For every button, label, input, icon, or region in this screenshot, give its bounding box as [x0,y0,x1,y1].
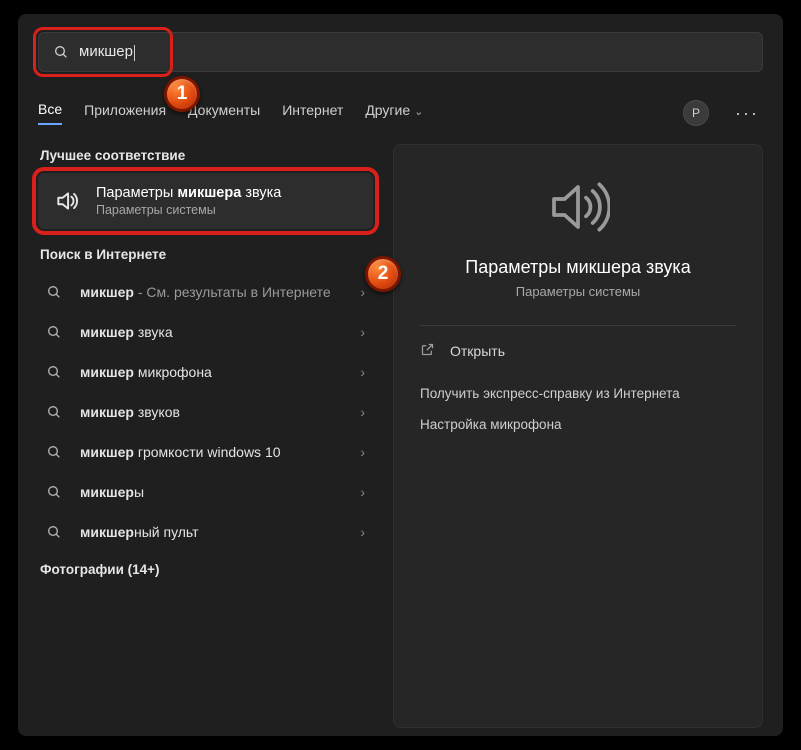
search-icon [42,444,66,460]
web-result-row[interactable]: микшер - См. результаты в Интернете › [38,272,373,312]
best-match-subtitle: Параметры системы [96,203,281,217]
web-result-text: микшер громкости windows 10 [80,443,346,462]
search-icon [42,484,66,500]
open-action[interactable]: Открыть [420,334,736,368]
web-result-row[interactable]: микшер громкости windows 10 › [38,432,373,472]
search-icon [42,284,66,300]
search-icon [42,364,66,380]
preview-subtitle: Параметры системы [420,284,736,299]
web-result-text: микшерный пульт [80,523,346,542]
web-result-row[interactable]: микшер микрофона › [38,352,373,392]
tab-documents[interactable]: Документы [188,102,260,124]
web-result-text: микшеры [80,483,346,502]
preview-title: Параметры микшера звука [420,257,736,278]
search-bar[interactable]: микшер [38,32,763,72]
tab-more[interactable]: Другие⌄ [365,102,423,124]
chevron-right-icon: › [360,324,365,340]
open-icon [420,342,438,360]
web-result-row[interactable]: микшер звуков › [38,392,373,432]
tab-all[interactable]: Все [38,101,62,125]
avatar[interactable]: P [683,100,709,126]
speaker-icon [52,188,82,214]
preview-pane: Параметры микшера звука Параметры систем… [393,144,763,728]
web-result-text: микшер - См. результаты в Интернете [80,283,346,302]
help-link-mic[interactable]: Настройка микрофона [420,417,736,432]
photos-header[interactable]: Фотографии (14+) [40,562,373,577]
search-icon [42,404,66,420]
help-header: Получить экспресс-справку из Интернета [420,386,736,401]
results-column: Лучшее соответствие Параметр [38,144,373,728]
search-icon [53,44,69,60]
chevron-down-icon: ⌄ [414,106,423,118]
chevron-right-icon: › [360,524,365,540]
chevron-right-icon: › [360,444,365,460]
search-input[interactable]: микшер [79,43,748,60]
chevron-right-icon: › [360,364,365,380]
divider [420,325,736,326]
tabs-row: Все Приложения Документы Интернет Другие… [38,100,763,126]
web-result-row[interactable]: микшер звука › [38,312,373,352]
web-result-row[interactable]: микшеры › [38,472,373,512]
search-icon [42,524,66,540]
best-match-header: Лучшее соответствие [40,148,373,163]
web-search-header: Поиск в Интернете [40,247,373,262]
web-result-text: микшер микрофона [80,363,346,382]
best-match-result[interactable]: Параметры микшера звука Параметры систем… [38,173,373,229]
chevron-right-icon: › [360,284,365,300]
web-result-row[interactable]: микшерный пульт › [38,512,373,552]
web-result-text: микшер звуков [80,403,346,422]
search-icon [42,324,66,340]
more-options-button[interactable]: ··· [731,103,763,124]
tab-web[interactable]: Интернет [282,102,343,124]
web-result-text: микшер звука [80,323,346,342]
best-match-title: Параметры микшера звука [96,185,281,201]
tab-apps[interactable]: Приложения [84,102,166,124]
chevron-right-icon: › [360,404,365,420]
speaker-icon-large [420,175,736,239]
chevron-right-icon: › [360,484,365,500]
